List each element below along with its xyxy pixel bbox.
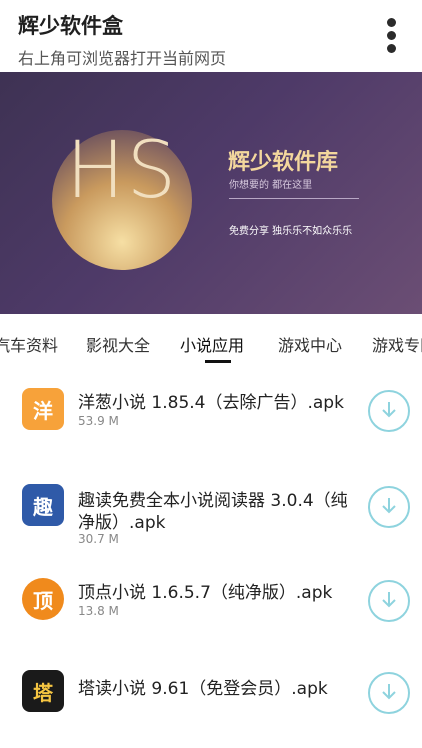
- banner-logo: HS: [66, 126, 179, 216]
- banner-tagline: 你想要的 都在这里: [229, 180, 313, 191]
- item-size: 13.8 M: [78, 604, 119, 618]
- tadu-icon: 塔: [22, 670, 64, 712]
- tab-movies[interactable]: 影视大全: [86, 332, 150, 356]
- download-button[interactable]: [368, 580, 410, 622]
- download-button[interactable]: [368, 672, 410, 714]
- tab-game-center[interactable]: 游戏中心: [278, 332, 342, 356]
- item-name-cont: 净版）.apk: [78, 513, 166, 533]
- download-icon: [382, 592, 396, 608]
- download-icon: [382, 684, 396, 700]
- tab-car[interactable]: 汽车资料: [0, 332, 58, 356]
- tab-novels[interactable]: 小说应用: [180, 332, 244, 356]
- item-size: 30.7 M: [78, 532, 119, 546]
- item-name: 顶点小说 1.6.5.7（纯净版）.apk: [78, 583, 333, 603]
- onion-novel-icon: 洋: [22, 388, 64, 430]
- quread-icon: 趣: [22, 484, 64, 526]
- app-subtitle: 右上角可浏览器打开当前网页: [18, 49, 227, 68]
- list-item[interactable]: 洋 洋葱小说 1.85.4（去除广告）.apk 53.9 M: [0, 374, 422, 454]
- app-bar: 辉少软件盒 右上角可浏览器打开当前网页: [0, 0, 422, 72]
- category-tabs: 汽车资料 影视大全 小说应用 游戏中心 游戏专区: [0, 320, 422, 364]
- item-name: 洋葱小说 1.85.4（去除广告）.apk: [78, 393, 344, 413]
- tab-indicator: [205, 360, 231, 363]
- item-name: 塔读小说 9.61（免登会员）.apk: [78, 679, 328, 699]
- list-item[interactable]: 趣 趣读免费全本小说阅读器 3.0.4（纯 净版）.apk 30.7 M: [0, 478, 422, 558]
- app-title: 辉少软件盒: [18, 14, 123, 38]
- banner-title: 辉少软件库: [228, 150, 339, 175]
- dingdian-icon: 顶: [22, 578, 64, 620]
- tab-games[interactable]: 游戏专区: [372, 332, 422, 356]
- item-size: 53.9 M: [78, 414, 119, 428]
- banner-slogan: 免费分享 独乐乐不如众乐乐: [229, 226, 353, 237]
- download-icon: [382, 498, 396, 514]
- download-icon: [382, 402, 396, 418]
- list-item[interactable]: 塔 塔读小说 9.61（免登会员）.apk: [0, 668, 422, 748]
- download-button[interactable]: [368, 390, 410, 432]
- banner-divider: [229, 198, 359, 199]
- download-button[interactable]: [368, 486, 410, 528]
- banner[interactable]: HS 辉少软件库 你想要的 都在这里 免费分享 独乐乐不如众乐乐: [0, 72, 422, 314]
- more-vert-icon[interactable]: [376, 14, 406, 64]
- list-item[interactable]: 顶 顶点小说 1.6.5.7（纯净版）.apk 13.8 M: [0, 574, 422, 654]
